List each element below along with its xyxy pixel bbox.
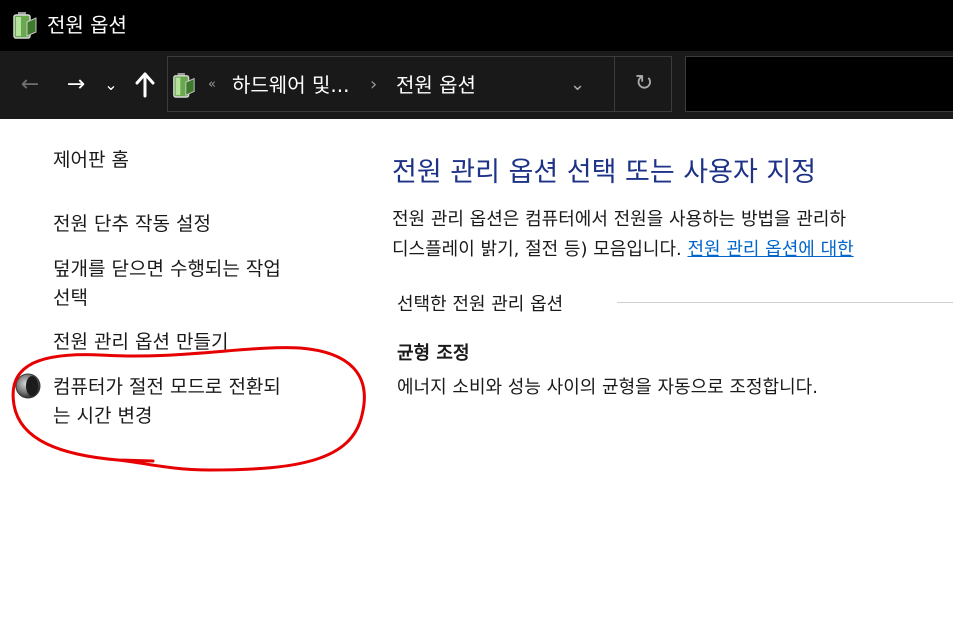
forward-arrow-icon[interactable]: → xyxy=(60,69,92,101)
up-arrow-icon[interactable] xyxy=(130,69,160,101)
battery-icon xyxy=(173,73,195,98)
window-title: 전원 옵션 xyxy=(47,13,127,37)
back-arrow-icon[interactable]: ← xyxy=(14,69,46,101)
address-bar[interactable]: « 하드웨어 및... › 전원 옵션 ⌄ ↻ xyxy=(167,56,672,112)
description-text: 디스플레이 밝기, 절전 등) 모음입니다. xyxy=(392,239,688,260)
navigation-bar: ← → ⌄ « 하드웨어 및... › 전원 옵션 ⌄ ↻ xyxy=(0,51,953,119)
refresh-icon[interactable]: ↻ xyxy=(614,57,673,111)
sidebar-item-label: 는 시간 변경 xyxy=(53,405,153,427)
plan-name-balanced: 균형 조정 xyxy=(397,343,470,364)
sidebar-item-sleep-time[interactable]: 컴퓨터가 절전 모드로 전환되 는 시간 변경 xyxy=(53,373,281,431)
chevron-down-icon[interactable]: ⌄ xyxy=(100,69,122,101)
sleep-shield-icon xyxy=(15,373,41,399)
page-title: 전원 관리 옵션 선택 또는 사용자 지정 xyxy=(392,157,817,188)
title-bar: 전원 옵션 xyxy=(0,0,953,51)
chevron-right-icon[interactable]: › xyxy=(370,71,377,99)
sidebar-item-label: 덮개를 닫으면 수행되는 작업 xyxy=(53,258,281,280)
power-plans-info-link[interactable]: 전원 관리 옵션에 대한 xyxy=(687,239,853,260)
plan-description: 에너지 소비와 성능 사이의 균형을 자동으로 조정합니다. xyxy=(397,377,818,398)
description-line: 전원 관리 옵션은 컴퓨터에서 전원을 사용하는 방법을 관리하 xyxy=(392,209,847,230)
sidebar-item-power-buttons[interactable]: 전원 단추 작동 설정 xyxy=(53,210,211,239)
breadcrumb-power-options[interactable]: 전원 옵션 xyxy=(396,71,476,99)
breadcrumb-hardware[interactable]: 하드웨어 및... xyxy=(232,71,349,99)
section-divider xyxy=(617,302,953,303)
sidebar-item-control-panel-home[interactable]: 제어판 홈 xyxy=(53,146,129,175)
description-line: 디스플레이 밝기, 절전 등) 모음입니다. 전원 관리 옵션에 대한 xyxy=(392,235,854,265)
battery-icon xyxy=(13,12,37,39)
sidebar-item-create-plan[interactable]: 전원 관리 옵션 만들기 xyxy=(53,328,228,357)
sidebar-item-lid-action[interactable]: 덮개를 닫으면 수행되는 작업 선택 xyxy=(53,255,281,313)
chevron-down-icon[interactable]: ⌄ xyxy=(570,71,585,99)
overflow-chevron-icon[interactable]: « xyxy=(208,72,216,98)
page-description: 전원 관리 옵션은 컴퓨터에서 전원을 사용하는 방법을 관리하 디스플레이 밝… xyxy=(392,205,854,265)
sidebar-item-label: 선택 xyxy=(53,287,88,309)
section-header-selected-plan: 선택한 전원 관리 옵션 xyxy=(397,294,564,315)
search-input[interactable] xyxy=(685,56,953,112)
sidebar-item-label: 컴퓨터가 절전 모드로 전환되 xyxy=(53,376,281,398)
